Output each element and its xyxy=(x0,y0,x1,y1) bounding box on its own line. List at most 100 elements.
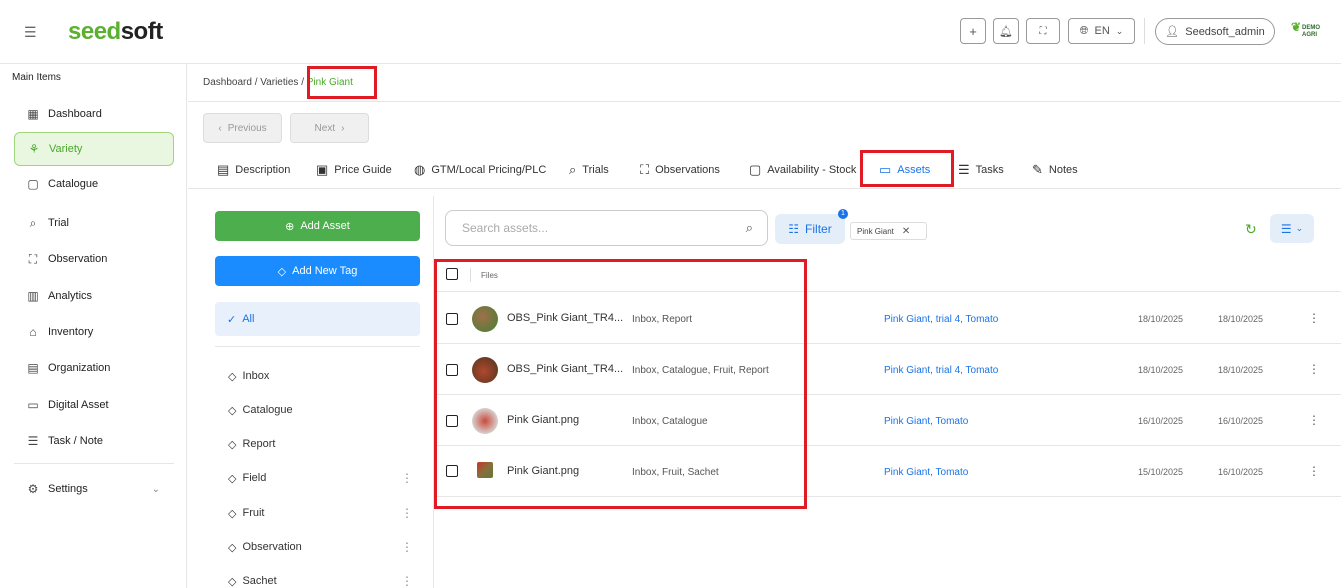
row-kebab-menu-icon[interactable]: ⋮ xyxy=(1308,311,1320,325)
tag-item-sachet[interactable]: ◇ Sachet ⋮ xyxy=(228,571,413,588)
kebab-menu-icon[interactable]: ⋮ xyxy=(401,471,413,485)
tag-item-fruit[interactable]: ◇ Fruit ⋮ xyxy=(228,503,413,523)
tab-trials[interactable]: ⌕ Trials xyxy=(569,155,609,185)
view-toggle-button[interactable]: ☰ ⌄ xyxy=(1270,214,1314,243)
menu-toggle-icon[interactable]: ☰ xyxy=(24,24,40,40)
sidebar-item-label: Trial xyxy=(48,217,69,229)
sidebar-item-dashboard[interactable]: ▦ Dashboard xyxy=(14,97,174,131)
previous-label: Previous xyxy=(227,122,267,134)
tab-gtm-pricing[interactable]: ◍ GTM/Local Pricing/PLC xyxy=(414,155,546,185)
chevron-right-icon: › xyxy=(341,122,345,134)
file-linked-records[interactable]: Pink Giant, trial 4, Tomato xyxy=(884,365,998,376)
previous-button[interactable]: ‹ Previous xyxy=(203,113,282,143)
search-input[interactable]: Search assets... ⌕ xyxy=(445,210,768,246)
search-placeholder: Search assets... xyxy=(462,221,549,235)
tag-item-field[interactable]: ◇ Field ⋮ xyxy=(228,468,413,488)
tag-item-observation[interactable]: ◇ Observation ⋮ xyxy=(228,537,413,557)
tab-label: Price Guide xyxy=(334,164,392,176)
next-label: Next xyxy=(314,122,336,134)
sidebar-item-task-note[interactable]: ☰ Task / Note xyxy=(14,424,174,458)
clipboard-icon: ▢ xyxy=(749,162,762,177)
globe-icon: 🌐︎ xyxy=(1079,24,1089,37)
sidebar-item-observation[interactable]: ⛶ Observation xyxy=(14,242,174,276)
breadcrumb-path[interactable]: Dashboard / Varieties / xyxy=(203,77,307,88)
logo-tail-text: soft xyxy=(120,18,164,45)
active-filter-chip[interactable]: Pink Giant ✕ xyxy=(850,222,927,240)
search-icon[interactable]: ⌕ xyxy=(746,220,753,236)
sidebar-item-trial[interactable]: ⌕ Trial xyxy=(14,206,174,240)
add-asset-button[interactable]: ⊕ Add Asset xyxy=(215,211,420,241)
sprout-icon: ⚘ xyxy=(28,142,40,156)
file-date-created: 18/10/2025 xyxy=(1138,365,1184,375)
bell-icon[interactable]: 🔔︎ xyxy=(993,18,1019,44)
sidebar-item-label: Variety xyxy=(49,143,83,155)
app-logo[interactable]: seedsoft xyxy=(68,18,163,46)
tab-label: Tasks xyxy=(975,164,1004,176)
file-linked-records[interactable]: Pink Giant, Tomato xyxy=(884,416,968,427)
logo-main-text: seed xyxy=(68,18,121,45)
tag-all-label: All xyxy=(242,313,255,325)
chip-label: Pink Giant xyxy=(857,226,894,236)
tabs-divider xyxy=(188,188,1341,189)
tag-icon: ◇ xyxy=(228,472,237,485)
sidebar-item-inventory[interactable]: ⌂ Inventory xyxy=(14,315,174,349)
tab-label: Observations xyxy=(655,164,720,176)
file-date-modified: 18/10/2025 xyxy=(1218,365,1264,375)
tag-panel xyxy=(200,196,434,588)
toolbar-divider xyxy=(1144,18,1145,44)
sidebar-item-digital-asset[interactable]: ▭ Digital Asset xyxy=(14,388,174,422)
task-icon: ☰ xyxy=(27,434,39,448)
kebab-menu-icon[interactable]: ⋮ xyxy=(401,540,413,554)
file-linked-records[interactable]: Pink Giant, Tomato xyxy=(884,467,968,478)
tag-label: Inbox xyxy=(242,370,270,382)
add-new-tag-button[interactable]: ◇ Add New Tag xyxy=(215,256,420,286)
note-icon: ✎ xyxy=(1032,162,1043,177)
tab-notes[interactable]: ✎ Notes xyxy=(1032,155,1078,185)
close-icon[interactable]: ✕ xyxy=(902,226,910,237)
trial-icon: ⌕ xyxy=(29,215,37,230)
top-bar: ☰ seedsoft + 🔔︎ ⛶ 🌐︎ EN ⌄ 👤︎ Seedsoft_ad… xyxy=(0,0,1341,64)
add-icon[interactable]: + xyxy=(960,18,986,44)
file-linked-records[interactable]: Pink Giant, trial 4, Tomato xyxy=(884,314,998,325)
filter-count-badge: 1 xyxy=(838,209,848,219)
sidebar-item-catalogue[interactable]: ▢ Catalogue xyxy=(14,167,174,201)
document-icon: ▤ xyxy=(217,162,230,177)
kebab-menu-icon[interactable]: ⋮ xyxy=(401,574,413,588)
gear-icon: ⚙ xyxy=(27,482,39,496)
row-kebab-menu-icon[interactable]: ⋮ xyxy=(1308,464,1320,478)
tag-item-report[interactable]: ◇ Report xyxy=(228,434,413,454)
tab-label: Trials xyxy=(582,164,609,176)
sidebar-item-settings[interactable]: ⚙ Settings ⌄ xyxy=(14,472,174,506)
sidebar-item-analytics[interactable]: ▥ Analytics xyxy=(14,279,174,313)
tab-description[interactable]: ▤ Description xyxy=(217,155,290,185)
refresh-icon[interactable]: ↻ xyxy=(1245,221,1257,238)
user-menu-button[interactable]: 👤︎ Seedsoft_admin xyxy=(1155,18,1275,45)
tab-availability-stock[interactable]: ▢ Availability - Stock xyxy=(749,155,856,185)
language-selector[interactable]: 🌐︎ EN ⌄ xyxy=(1068,18,1135,44)
analytics-icon: ▥ xyxy=(27,289,39,303)
fullscreen-icon[interactable]: ⛶ xyxy=(1026,18,1060,44)
tab-label: Description xyxy=(235,164,291,176)
filter-button[interactable]: ☷ Filter xyxy=(775,214,845,244)
tag-item-inbox[interactable]: ◇ Inbox xyxy=(228,366,413,386)
tag-label: Sachet xyxy=(242,575,277,587)
tag-item-catalogue[interactable]: ◇ Catalogue xyxy=(228,400,413,420)
next-button[interactable]: Next › xyxy=(290,113,369,143)
globe-icon: ◍ xyxy=(414,162,426,177)
sidebar-item-organization[interactable]: ▤ Organization xyxy=(14,351,174,385)
kebab-menu-icon[interactable]: ⋮ xyxy=(401,506,413,520)
row-kebab-menu-icon[interactable]: ⋮ xyxy=(1308,362,1320,376)
tab-observations[interactable]: ⛶ Observations xyxy=(640,155,720,185)
sidebar-item-variety[interactable]: ⚘ Variety xyxy=(14,132,174,166)
sidebar-item-label: Dashboard xyxy=(48,108,102,120)
tag-filter-all[interactable]: ✓ All xyxy=(215,302,420,336)
tab-tasks[interactable]: ☰ Tasks xyxy=(958,155,1004,185)
tab-price-guide[interactable]: ▣ Price Guide xyxy=(316,155,392,185)
sidebar-item-label: Observation xyxy=(48,253,108,265)
tab-label: GTM/Local Pricing/PLC xyxy=(431,164,547,176)
row-kebab-menu-icon[interactable]: ⋮ xyxy=(1308,413,1320,427)
tab-label: Availability - Stock xyxy=(767,164,857,176)
chevron-left-icon: ‹ xyxy=(218,122,222,134)
tag-icon: ◇ xyxy=(228,370,237,383)
add-tag-label: Add New Tag xyxy=(292,265,358,277)
